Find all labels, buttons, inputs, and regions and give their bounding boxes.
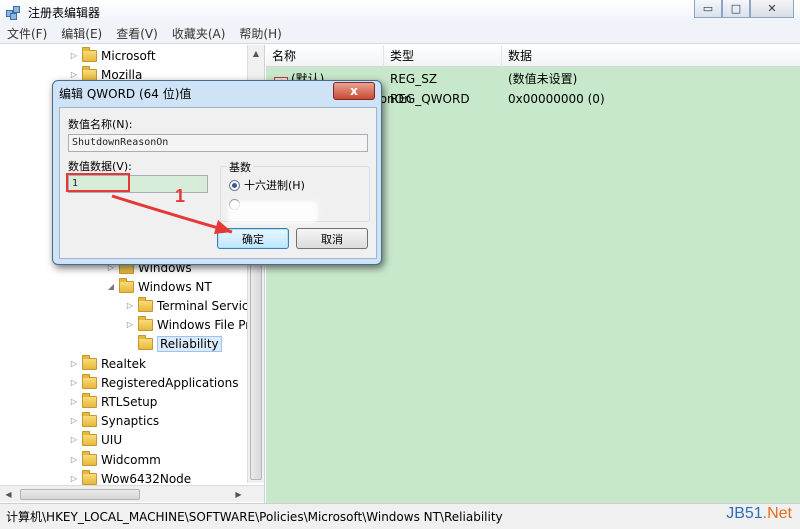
menu-bar: 文件(F) 编辑(E) 查看(V) 收藏夹(A) 帮助(H) <box>0 24 800 44</box>
expand-arrow-icon[interactable]: ▷ <box>70 51 78 60</box>
maximize-button[interactable]: □ <box>722 0 750 18</box>
tree-item-label: Microsoft <box>101 48 156 63</box>
value-name-label: 数值名称(N): <box>68 118 133 131</box>
regedit-app-icon <box>6 4 22 20</box>
tree-item-label: Windows NT <box>138 279 212 294</box>
tree-item-label: Synaptics <box>101 413 160 428</box>
tree-item-label: Realtek <box>101 356 146 371</box>
tree-item-label: Wow6432Node <box>101 471 192 486</box>
expand-arrow-icon[interactable]: ▷ <box>70 455 78 464</box>
expand-arrow-icon[interactable]: ▷ <box>126 320 134 329</box>
column-header-type[interactable]: 类型 <box>384 45 502 67</box>
site-watermark: JB51.Net <box>726 505 792 523</box>
dialog-close-button[interactable]: x <box>333 82 375 100</box>
value-type: REG_SZ <box>390 72 438 86</box>
expand-arrow-icon[interactable]: ▷ <box>70 474 78 483</box>
expand-arrow-icon[interactable]: ▷ <box>70 378 78 387</box>
scroll-up-arrow-icon[interactable]: ▲ <box>248 45 264 62</box>
tree-item[interactable]: ▷ Widcomm <box>70 450 161 469</box>
menu-help[interactable]: 帮助(H) <box>232 25 288 42</box>
hex-radio-option[interactable]: 十六进制(H) <box>229 177 305 193</box>
menu-file[interactable]: 文件(F) <box>0 25 54 42</box>
folder-icon <box>138 296 153 312</box>
value-data: 0x00000000 (0) <box>508 92 605 106</box>
menu-favorites[interactable]: 收藏夹(A) <box>165 25 233 42</box>
scrollbar-thumb[interactable] <box>20 489 140 500</box>
value-data: (数值未设置) <box>508 72 578 86</box>
expand-arrow-icon[interactable]: ▷ <box>126 301 134 310</box>
expand-arrow-icon[interactable]: ▷ <box>70 359 78 368</box>
tree-item-label: Reliability <box>157 335 222 352</box>
folder-icon <box>82 392 97 408</box>
cancel-button[interactable]: 取消 <box>296 228 368 249</box>
tree-item-label: Widcomm <box>101 452 161 467</box>
registry-path: 计算机\HKEY_LOCAL_MACHINE\SOFTWARE\Policies… <box>6 510 503 524</box>
tree-item-label: RTLSetup <box>101 394 158 409</box>
tree-item-label: RegisteredApplications <box>101 375 239 390</box>
window-title: 注册表编辑器 <box>28 5 101 20</box>
tree-item[interactable]: ▷ UIU <box>70 430 122 449</box>
annotation-highlight-box <box>66 173 130 192</box>
annotation-step-number: 1 <box>175 186 186 206</box>
tree-item[interactable]: ▷ RegisteredApplications <box>70 373 238 392</box>
tree-item-label: Terminal Service <box>157 298 256 313</box>
hex-radio-button[interactable] <box>229 179 240 191</box>
value-type: REG_QWORD <box>390 92 470 106</box>
column-header-data[interactable]: 数据 <box>502 45 800 67</box>
tree-item[interactable]: ▷ Windows File Pr <box>126 315 250 334</box>
tree-item[interactable]: ▷ Microsoft <box>70 46 156 65</box>
folder-icon <box>82 430 97 446</box>
folder-icon <box>82 411 97 427</box>
folder-icon <box>138 334 153 350</box>
menu-edit[interactable]: 编辑(E) <box>54 25 109 42</box>
dialog-title: 编辑 QWORD (64 位)值 <box>59 87 192 101</box>
folder-open-icon <box>119 277 134 293</box>
minimize-button[interactable]: ▭ <box>694 0 722 18</box>
folder-icon <box>138 315 153 331</box>
ok-button[interactable]: 确定 <box>217 228 289 249</box>
value-name-field[interactable]: ShutdownReasonOn <box>68 134 368 152</box>
watermark-prefix: JB51 <box>726 505 763 522</box>
tree-item[interactable]: ▷ Terminal Service <box>126 296 256 315</box>
folder-icon <box>82 373 97 389</box>
expand-arrow-icon[interactable]: ▷ <box>70 416 78 425</box>
tree-item-selected[interactable]: Reliability <box>126 334 222 353</box>
watermark-suffix: .Net <box>762 505 792 522</box>
collapse-arrow-icon[interactable]: ◢ <box>107 282 115 291</box>
tree-item[interactable]: ◢ Windows NT <box>107 277 212 296</box>
window-controls: ▭ □ ✕ <box>694 0 794 18</box>
base-group-title: 基数 <box>227 159 253 175</box>
expand-arrow-icon[interactable]: ▷ <box>70 397 78 406</box>
expand-arrow-icon[interactable]: ▷ <box>70 435 78 444</box>
tree-item[interactable]: ▷ Realtek <box>70 354 146 373</box>
tree-item[interactable]: ▷ Synaptics <box>70 411 159 430</box>
status-bar: 计算机\HKEY_LOCAL_MACHINE\SOFTWARE\Policies… <box>0 503 800 529</box>
tree-item-label: Windows File Pr <box>157 317 251 332</box>
folder-icon <box>82 65 97 81</box>
column-header-name[interactable]: 名称 <box>266 45 384 67</box>
close-button[interactable]: ✕ <box>750 0 794 18</box>
folder-icon <box>82 450 97 466</box>
scroll-right-arrow-icon[interactable]: ▶ <box>230 486 247 503</box>
folder-icon <box>82 469 97 485</box>
folder-icon <box>82 354 97 370</box>
menu-view[interactable]: 查看(V) <box>109 25 165 42</box>
value-data-label: 数值数据(V): <box>68 160 132 173</box>
expand-arrow-icon[interactable]: ▷ <box>70 70 78 79</box>
folder-icon <box>82 46 97 62</box>
scroll-left-arrow-icon[interactable]: ◀ <box>0 486 17 503</box>
tree-item[interactable]: ▷ RTLSetup <box>70 392 157 411</box>
scrollbar-thumb[interactable] <box>250 255 262 480</box>
title-bar: 注册表编辑器 ▭ □ ✕ <box>0 0 800 24</box>
tree-horizontal-scrollbar[interactable]: ◀ ▶ <box>0 485 264 502</box>
hex-radio-label: 十六进制(H) <box>244 179 305 192</box>
blur-overlay <box>228 201 318 223</box>
column-header-row: 名称 类型 数据 <box>266 45 800 67</box>
tree-item-label: UIU <box>101 432 123 447</box>
